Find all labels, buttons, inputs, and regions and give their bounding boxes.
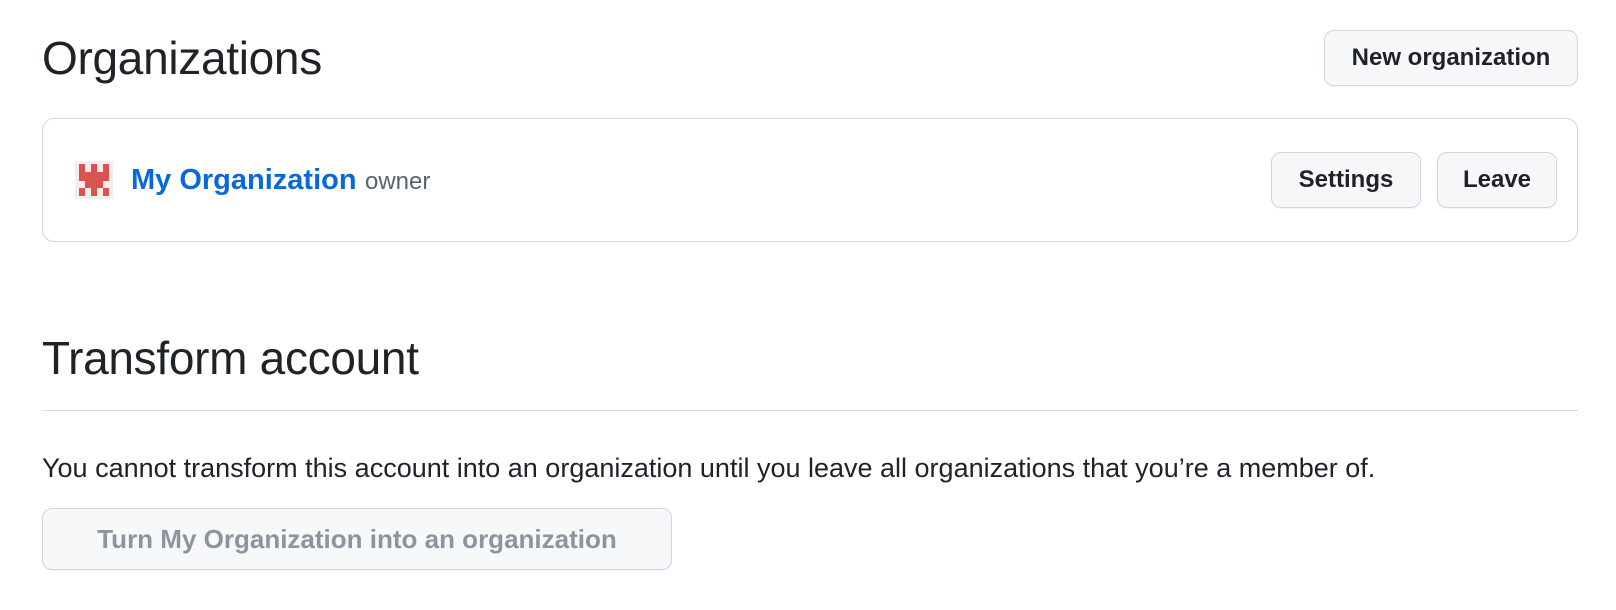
leave-organization-button[interactable]: Leave	[1437, 152, 1557, 208]
section-divider	[42, 410, 1578, 411]
settings-page: Organizations New organization My Organi…	[42, 0, 1578, 570]
transform-account-title: Transform account	[42, 332, 419, 384]
organization-list-item: My Organization owner Settings Leave	[42, 118, 1578, 242]
organization-role-label: owner	[365, 168, 431, 195]
organizations-header: Organizations New organization	[42, 0, 1578, 118]
transform-account-description: You cannot transform this account into a…	[42, 453, 1376, 483]
new-organization-button[interactable]: New organization	[1324, 30, 1578, 86]
organization-settings-button[interactable]: Settings	[1271, 152, 1421, 208]
organizations-title: Organizations	[42, 32, 322, 84]
transform-account-button[interactable]: Turn My Organization into an organizatio…	[42, 508, 672, 570]
organization-name-link[interactable]: My Organization	[131, 161, 357, 199]
identicon-icon	[75, 161, 113, 199]
